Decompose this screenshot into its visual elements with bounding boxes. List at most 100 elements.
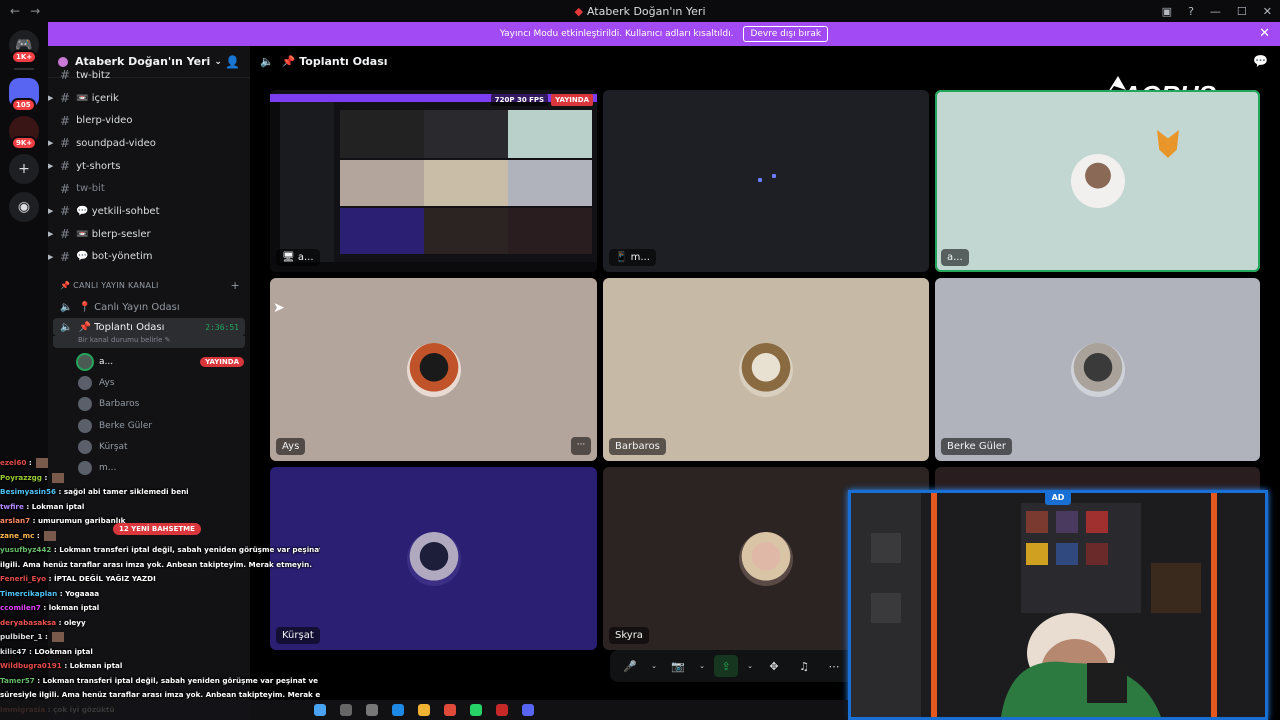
voice-channel-canli-yayin[interactable]: 🔈 📍 Canlı Yayın Odası bbox=[48, 296, 250, 318]
forward-arrow-icon[interactable]: → bbox=[30, 4, 40, 18]
more-icon[interactable]: ⋯ bbox=[822, 655, 846, 677]
chat-username[interactable]: Wildbugra0191 bbox=[0, 661, 62, 670]
whatsapp-icon[interactable] bbox=[470, 704, 482, 716]
member-name: Kürşat bbox=[99, 442, 128, 453]
chat-username[interactable]: kilic47 bbox=[0, 647, 26, 656]
voice-category[interactable]: 📌 CANLI YAYIN KANALI + bbox=[48, 274, 250, 296]
speaker-icon: 🔈 bbox=[60, 301, 73, 313]
chevron-down-icon[interactable]: ⌄ bbox=[744, 655, 756, 677]
voice-channel-toplanti[interactable]: 🔈 📌 Toplantı Odası 2:36:51 bbox=[53, 318, 245, 337]
video-tile-berke[interactable]: Berke Güler bbox=[935, 278, 1260, 461]
chat-username[interactable]: Besimyasin56 bbox=[0, 487, 56, 496]
voice-member[interactable]: Kürşat bbox=[48, 436, 250, 457]
channel-status-setter[interactable]: Bir kanal durumu belirle ✎ bbox=[53, 336, 245, 349]
chat-message: Wildbugra0191 : Lokman iptal bbox=[0, 659, 320, 674]
voice-member[interactable]: a... YAYINDA bbox=[48, 351, 250, 372]
discover-icon[interactable]: ◉ bbox=[9, 192, 39, 222]
minimize-icon[interactable]: — bbox=[1210, 5, 1221, 18]
chat-message: Tamer57 : Lokman transferi iptal değil, … bbox=[0, 674, 320, 689]
chat-username[interactable]: arslan7 bbox=[0, 516, 30, 525]
video-tile-screenshare[interactable]: 720P 30 FPS YAYINDA 🖥 a... bbox=[270, 90, 597, 272]
chat-message: ccomilen7 : lokman iptal bbox=[0, 601, 320, 616]
video-tile-m[interactable]: 📱 m... bbox=[603, 90, 929, 272]
chat-bubble-icon[interactable]: 💬 bbox=[1253, 54, 1268, 68]
channel-item[interactable]: # blerp-video bbox=[48, 109, 250, 132]
voice-member[interactable]: Ays bbox=[48, 372, 250, 393]
window-title: ◆ Ataberk Doğan'ın Yeri bbox=[0, 5, 1280, 18]
chevron-down-icon[interactable]: ⌄ bbox=[696, 655, 708, 677]
chat-username[interactable]: ezel60 bbox=[0, 458, 26, 467]
channel-label: tw-bitz bbox=[76, 69, 111, 81]
chevron-down-icon[interactable]: ⌄ bbox=[648, 655, 660, 677]
chat-separator: : bbox=[40, 603, 49, 612]
video-tile-barbaros[interactable]: Barbaros bbox=[603, 278, 929, 461]
soundboard-icon[interactable]: ♫ bbox=[792, 655, 816, 677]
chat-text: süresiyle ilgili. Ama henüz taraflar ara… bbox=[0, 690, 320, 699]
channel-item[interactable]: ▶ # yt-shorts bbox=[48, 155, 250, 178]
hash-icon: # bbox=[60, 227, 71, 242]
chat-message: Timercikaplan : Yogaaaa bbox=[0, 587, 320, 602]
channel-item[interactable]: # tw-bit bbox=[48, 177, 250, 200]
channel-item[interactable]: ▶ # 💬 yetkili-sohbet bbox=[48, 200, 250, 223]
window-title-text: Ataberk Doğan'ın Yeri bbox=[586, 4, 706, 18]
phone-icon: 📱 bbox=[615, 252, 631, 263]
back-arrow-icon[interactable]: ← bbox=[10, 4, 20, 18]
channel-item[interactable]: ▶ # 💬 bot-yönetim bbox=[48, 246, 250, 269]
channel-title: 📌 Toplantı Odası bbox=[281, 54, 388, 68]
folder-icon[interactable] bbox=[418, 704, 430, 716]
mentions-badge[interactable]: 12 YENİ BAHSETME bbox=[113, 523, 201, 535]
direct-messages-button[interactable]: 🎮 1K+ bbox=[9, 30, 39, 64]
member-name: a... bbox=[99, 356, 114, 367]
add-server-icon[interactable]: + bbox=[9, 154, 39, 184]
maximize-icon[interactable]: ☐ bbox=[1237, 5, 1247, 18]
microphone-icon[interactable]: 🎤 bbox=[618, 655, 642, 677]
video-tile-a[interactable]: a... bbox=[935, 90, 1260, 272]
hash-icon: # bbox=[60, 113, 71, 128]
screen-share-icon[interactable]: ⇪ bbox=[714, 655, 738, 677]
chat-username[interactable]: yusufbyz442 bbox=[0, 545, 51, 554]
chat-username[interactable]: zane_mc bbox=[0, 531, 34, 540]
help-icon[interactable]: ? bbox=[1188, 5, 1194, 18]
chat-username[interactable]: ccomilen7 bbox=[0, 603, 41, 612]
activities-icon[interactable]: ✥ bbox=[762, 655, 786, 677]
chat-username[interactable]: twfire bbox=[0, 502, 24, 511]
discord-taskbar-icon[interactable] bbox=[522, 704, 534, 716]
banner-close-icon[interactable]: ✕ bbox=[1259, 26, 1270, 41]
chat-username[interactable]: Tamer57 bbox=[0, 676, 35, 685]
search-icon[interactable] bbox=[340, 704, 352, 716]
fox-emblem-icon bbox=[1157, 130, 1179, 158]
create-channel-icon[interactable]: + bbox=[230, 279, 240, 292]
voice-member[interactable]: Berke Güler bbox=[48, 415, 250, 436]
channel-item[interactable]: ▶ # 📼 blerp-sesler bbox=[48, 223, 250, 246]
chat-username[interactable]: Poyrazzgg bbox=[0, 473, 42, 482]
chat-username[interactable]: pulbiber_1 bbox=[0, 632, 43, 641]
inbox-icon[interactable]: ▣ bbox=[1162, 5, 1172, 18]
hash-icon: # bbox=[60, 68, 71, 83]
chat-separator: : bbox=[34, 675, 43, 685]
chat-username[interactable]: Fenerli_Eyo bbox=[0, 574, 46, 583]
server-icon-ataberk[interactable]: 105 bbox=[9, 78, 39, 112]
chat-username[interactable]: Timercikaplan bbox=[0, 589, 57, 598]
channel-item[interactable]: ▶ # soundpad-video bbox=[48, 132, 250, 155]
disable-streamer-mode-button[interactable]: Devre dışı bırak bbox=[743, 26, 829, 42]
chat-username[interactable]: deryabasaksa bbox=[0, 618, 56, 627]
participant-avatar bbox=[739, 342, 793, 397]
participant-name: 📱 m... bbox=[609, 249, 656, 266]
close-window-icon[interactable]: ✕ bbox=[1263, 5, 1272, 18]
video-tile-ays[interactable]: Ays ··· bbox=[270, 278, 597, 461]
voice-member[interactable]: Barbaros bbox=[48, 394, 250, 415]
chat-text: Yogaaaa bbox=[65, 588, 100, 598]
more-options-button[interactable]: ··· bbox=[571, 437, 591, 455]
channel-item[interactable]: # tw-bitz bbox=[48, 64, 250, 87]
emote-icon bbox=[51, 472, 64, 483]
obs-icon[interactable] bbox=[496, 704, 508, 716]
channel-item[interactable]: ▶ # 📼 içerik bbox=[48, 87, 250, 110]
server-icon-red[interactable]: 9K+ bbox=[9, 116, 39, 150]
edge-icon[interactable] bbox=[392, 704, 404, 716]
start-icon[interactable] bbox=[314, 704, 326, 716]
avatar bbox=[78, 418, 92, 433]
task-view-icon[interactable] bbox=[366, 704, 378, 716]
participant-avatar bbox=[1070, 342, 1125, 397]
chrome-icon[interactable] bbox=[444, 704, 456, 716]
camera-off-icon[interactable]: 📷 bbox=[666, 655, 690, 677]
